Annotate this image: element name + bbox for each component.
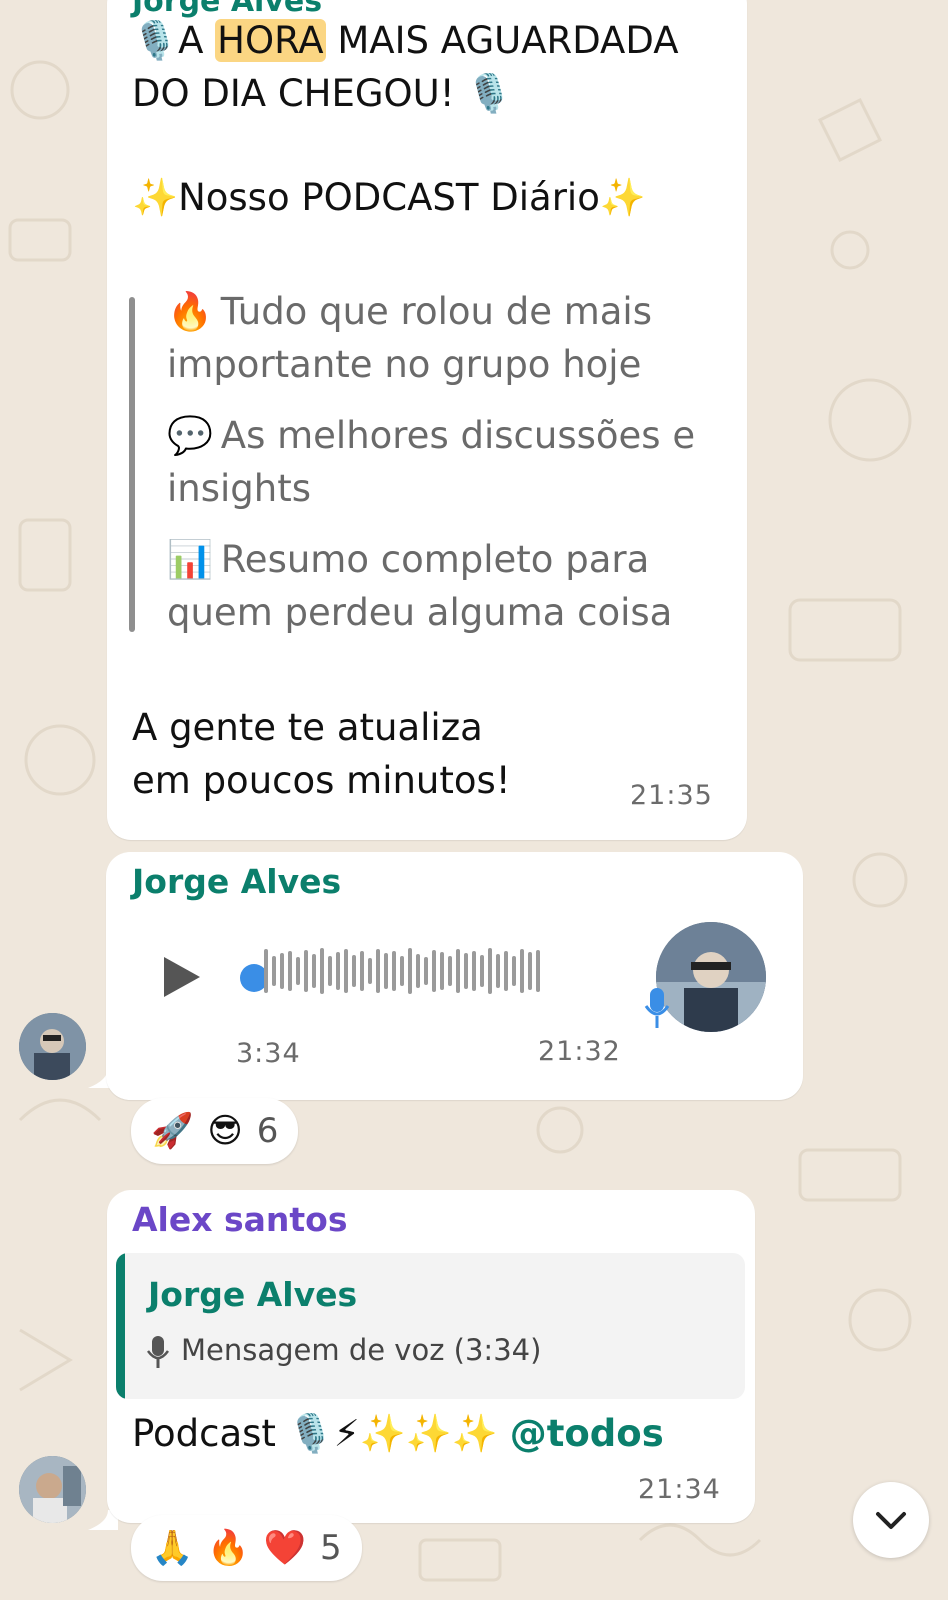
quoted-sender: Jorge Alves <box>148 1275 358 1314</box>
waveform-bar <box>360 951 364 991</box>
waveform-bar <box>496 954 500 988</box>
waveform-bar <box>472 951 476 991</box>
message-bubble-voice[interactable]: Jorge Alves 3:34 21:32 <box>106 852 803 1100</box>
waveform-bar <box>272 956 276 986</box>
reactions-reply[interactable]: 🙏 🔥 ❤️ 5 <box>131 1515 362 1581</box>
message-line-3: ✨Nosso PODCAST Diário✨ <box>132 176 646 219</box>
search-highlight: HORA <box>215 19 326 62</box>
blockquote-bar <box>129 297 135 632</box>
bullet-3-line-2: quem perdeu alguma coisa <box>167 591 673 634</box>
microphone-icon <box>644 988 670 1028</box>
sender-name[interactable]: Alex santos <box>132 1200 348 1239</box>
reaction-count: 6 <box>256 1111 279 1151</box>
fire-emoji: 🔥 <box>207 1528 250 1568</box>
closing-line-1: A gente te atualiza <box>132 706 483 749</box>
fire-emoji: 🔥 <box>167 290 214 333</box>
avatar-jorge-alves[interactable] <box>19 1013 86 1080</box>
reactions-voice[interactable]: 🚀 😎 6 <box>131 1098 299 1164</box>
message-time: 21:35 <box>630 780 713 811</box>
waveform-bar <box>528 952 532 990</box>
waveform-bar <box>424 957 428 985</box>
waveform-bar <box>280 953 284 989</box>
message-bubble-reply[interactable]: Alex santos Jorge Alves Mensagem de voz … <box>107 1190 755 1523</box>
avatar-alex-santos[interactable] <box>19 1456 86 1523</box>
waveform-bar <box>520 949 524 993</box>
microphone-icon <box>146 1336 170 1368</box>
message-time: 21:32 <box>538 1036 621 1067</box>
waveform-bar <box>328 956 332 986</box>
waveform-bar <box>312 954 316 988</box>
waveform-bar <box>296 957 300 985</box>
speech-bubble-emoji: 💬 <box>167 414 214 457</box>
quoted-message[interactable]: Jorge Alves Mensagem de voz (3:34) <box>116 1253 745 1399</box>
audio-waveform[interactable] <box>264 948 544 1004</box>
waveform-bar <box>456 949 460 993</box>
mention-link[interactable]: @todos <box>510 1412 664 1455</box>
message-line-2: DO DIA CHEGOU! 🎙️ <box>132 72 513 115</box>
message-text: Podcast 🎙️⚡✨✨✨ @todos <box>132 1412 664 1455</box>
waveform-bar <box>536 950 540 992</box>
quoted-text: Mensagem de voz (3:34) <box>181 1333 542 1367</box>
message-time: 21:34 <box>638 1474 721 1505</box>
heart-emoji: ❤️ <box>263 1528 307 1568</box>
waveform-bar <box>264 949 268 993</box>
bullet-2-line-2: insights <box>167 467 312 510</box>
waveform-bar <box>408 948 412 994</box>
quote-accent-bar <box>116 1253 125 1399</box>
bullet-1-line-1: 🔥 Tudo que rolou de mais <box>167 286 652 338</box>
rocket-emoji: 🚀 <box>151 1111 194 1151</box>
voice-duration: 3:34 <box>236 1038 301 1069</box>
waveform-bar <box>488 948 492 994</box>
waveform-bar <box>504 951 508 991</box>
bar-chart-emoji: 📊 <box>167 538 214 581</box>
waveform-bar <box>440 952 444 990</box>
waveform-bar <box>288 951 292 991</box>
message-line-1: 🎙️A HORA MAIS AGUARDADA <box>132 19 679 62</box>
waveform-bar <box>352 955 356 987</box>
folded-hands-emoji: 🙏 <box>151 1528 194 1568</box>
waveform-bar <box>432 950 436 992</box>
chevron-down-icon <box>876 1512 906 1529</box>
reaction-count: 5 <box>320 1528 342 1568</box>
waveform-bar <box>464 953 468 989</box>
bullet-3-line-1: 📊 Resumo completo para <box>167 534 649 586</box>
closing-line-2: em poucos minutos! <box>132 759 511 802</box>
sender-name[interactable]: Jorge Alves <box>132 862 341 901</box>
waveform-bar <box>384 953 388 989</box>
message-bubble-podcast[interactable]: Jorge Alves 🎙️A HORA MAIS AGUARDADA DO D… <box>107 0 747 840</box>
cool-face-emoji: 😎 <box>207 1111 243 1151</box>
waveform-bar <box>400 956 404 986</box>
waveform-bar <box>320 948 324 994</box>
waveform-bar <box>512 956 516 986</box>
scroll-to-bottom-button[interactable] <box>853 1482 929 1558</box>
waveform-bar <box>480 955 484 987</box>
play-icon[interactable] <box>164 957 200 997</box>
waveform-bar <box>392 951 396 991</box>
waveform-bar <box>376 949 380 993</box>
voice-sender-avatar <box>656 922 766 1032</box>
waveform-bar <box>344 949 348 993</box>
microphone-emoji: 🎙️ <box>132 19 179 62</box>
waveform-bar <box>304 950 308 992</box>
waveform-bar <box>448 956 452 986</box>
waveform-bar <box>368 958 372 984</box>
bullet-2-line-1: 💬 As melhores discussões e <box>167 410 695 462</box>
bullet-1-line-2: importante no grupo hoje <box>167 343 642 386</box>
waveform-bar <box>416 954 420 988</box>
waveform-bar <box>336 952 340 990</box>
